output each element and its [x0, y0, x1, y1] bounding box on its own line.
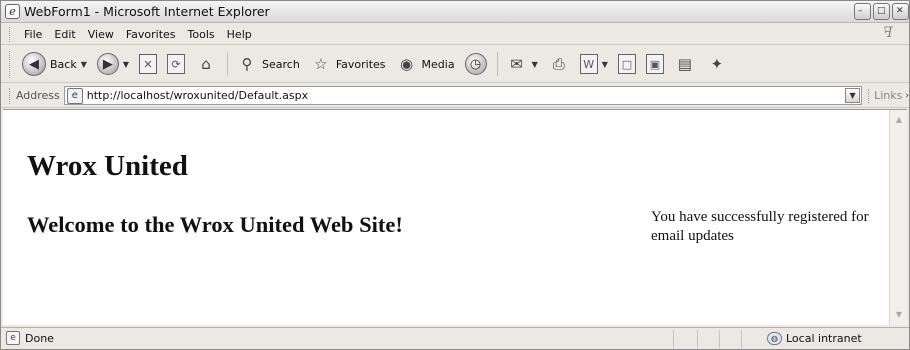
window-title: WebForm1 - Microsoft Internet Explorer: [24, 4, 270, 19]
page-done-icon: e: [6, 331, 20, 345]
print-button[interactable]: ⎙: [544, 49, 574, 79]
chevron-right-icon[interactable]: ›: [905, 91, 909, 101]
status-bar: e Done ◍ Local intranet: [1, 327, 909, 349]
mail-button[interactable]: ✉ ▼: [502, 49, 542, 79]
title-bar[interactable]: e WebForm1 - Microsoft Internet Explorer…: [1, 1, 909, 23]
minimize-icon: –: [858, 6, 863, 16]
menu-view[interactable]: View: [82, 28, 120, 41]
status-pane-divider: [697, 330, 698, 348]
messenger-button[interactable]: ✦: [702, 49, 732, 79]
scroll-up-icon[interactable]: ▲: [892, 113, 906, 127]
address-url[interactable]: http://localhost/wroxunited/Default.aspx: [87, 89, 308, 102]
menu-bar: File Edit View Favorites Tools Help ꟻ: [1, 24, 909, 45]
back-arrow-icon: ◀: [22, 52, 46, 76]
home-button[interactable]: ⌂: [191, 49, 221, 79]
home-icon: ⌂: [201, 55, 211, 73]
history-button[interactable]: ◷: [461, 49, 491, 79]
printer-icon: ⎙: [552, 55, 565, 73]
address-dropdown-icon[interactable]: ▼: [845, 88, 861, 103]
search-button[interactable]: ⚲ Search: [232, 49, 304, 79]
menubar-grip[interactable]: [9, 26, 12, 42]
discuss-button[interactable]: □: [614, 49, 640, 79]
address-bar: Address e http://localhost/wroxunited/De…: [1, 84, 909, 108]
mcafee-button[interactable]: ▤: [670, 49, 700, 79]
edit-dropdown-icon[interactable]: ▼: [602, 60, 608, 69]
addressbar-grip[interactable]: [9, 87, 12, 104]
status-pane-divider: [673, 330, 674, 348]
window-controls: – □ ✕: [854, 3, 909, 20]
close-button[interactable]: ✕: [892, 3, 909, 20]
minimize-button[interactable]: –: [854, 3, 871, 20]
address-label: Address: [15, 89, 60, 102]
media-icon: ◉: [399, 55, 414, 73]
back-dropdown-icon[interactable]: ▼: [81, 60, 87, 69]
refresh-button[interactable]: ⟳: [163, 49, 189, 79]
favorites-star-icon: ☆: [314, 55, 328, 73]
media-button[interactable]: ◉ Media: [392, 49, 459, 79]
favorites-button[interactable]: ☆ Favorites: [306, 49, 390, 79]
links-label: Links: [874, 89, 903, 102]
menu-file[interactable]: File: [18, 28, 48, 41]
page-viewport: Wrox United Welcome to the Wrox United W…: [3, 109, 889, 325]
media-label: Media: [421, 57, 455, 71]
discuss-icon: □: [617, 54, 636, 74]
page-heading: Wrox United: [27, 150, 188, 182]
maximize-icon: □: [877, 6, 886, 16]
search-icon: ⚲: [241, 55, 253, 73]
welcome-heading: Welcome to the Wrox United Web Site!: [27, 212, 403, 237]
security-zone[interactable]: ◍ Local intranet: [767, 332, 862, 345]
scanner-icon: ▤: [677, 55, 692, 73]
maximize-button[interactable]: □: [873, 3, 890, 20]
scroll-down-icon[interactable]: ▼: [892, 308, 906, 322]
browser-window: e WebForm1 - Microsoft Internet Explorer…: [0, 0, 910, 350]
status-pane-divider: [719, 330, 720, 348]
stop-icon: ✕: [139, 54, 158, 74]
toolbar-grip[interactable]: [9, 50, 12, 78]
menu-tools[interactable]: Tools: [182, 28, 221, 41]
menu-favorites[interactable]: Favorites: [120, 28, 182, 41]
menu-edit[interactable]: Edit: [48, 28, 81, 41]
research-icon: ▣: [645, 54, 664, 74]
mail-dropdown-icon[interactable]: ▼: [532, 60, 538, 69]
search-label: Search: [262, 57, 300, 71]
vertical-scrollbar[interactable]: ▲ ▼: [889, 109, 907, 325]
toolbar-separator: [227, 52, 229, 76]
ie-logo-icon: e: [5, 4, 20, 19]
back-label: Back: [50, 57, 77, 71]
intranet-globe-icon: ◍: [767, 332, 782, 345]
forward-button[interactable]: ▶ ▼: [93, 49, 133, 79]
registration-message: You have successfully registered for ema…: [651, 209, 869, 244]
standard-toolbar: ◀ Back ▼ ▶ ▼ ✕ ⟳ ⌂ ⚲ Search ☆ Favorites …: [1, 46, 909, 83]
close-icon: ✕: [896, 6, 904, 16]
refresh-icon: ⟳: [167, 54, 186, 74]
edit-button[interactable]: W ▼: [576, 49, 612, 79]
menu-help[interactable]: Help: [221, 28, 258, 41]
word-edit-icon: W: [579, 54, 598, 74]
links-toolbar[interactable]: Links ›: [868, 88, 909, 103]
address-input[interactable]: e http://localhost/wroxunited/Default.as…: [63, 86, 863, 105]
windows-flag-icon: ꟻ: [883, 25, 893, 41]
stop-button[interactable]: ✕: [135, 49, 161, 79]
history-icon: ◷: [464, 53, 487, 75]
mail-icon: ✉: [510, 55, 523, 73]
status-pane-divider: [741, 330, 742, 348]
page-icon: e: [66, 87, 83, 104]
favorites-label: Favorites: [335, 57, 386, 71]
status-text: Done: [25, 332, 54, 345]
links-grip[interactable]: [868, 88, 871, 103]
zone-label: Local intranet: [786, 332, 862, 345]
research-button[interactable]: ▣: [642, 49, 668, 79]
messenger-icon: ✦: [710, 55, 724, 73]
back-button[interactable]: ◀ Back ▼: [18, 49, 91, 79]
toolbar-separator: [496, 52, 498, 76]
forward-arrow-icon: ▶: [96, 53, 119, 75]
forward-dropdown-icon[interactable]: ▼: [123, 60, 129, 69]
